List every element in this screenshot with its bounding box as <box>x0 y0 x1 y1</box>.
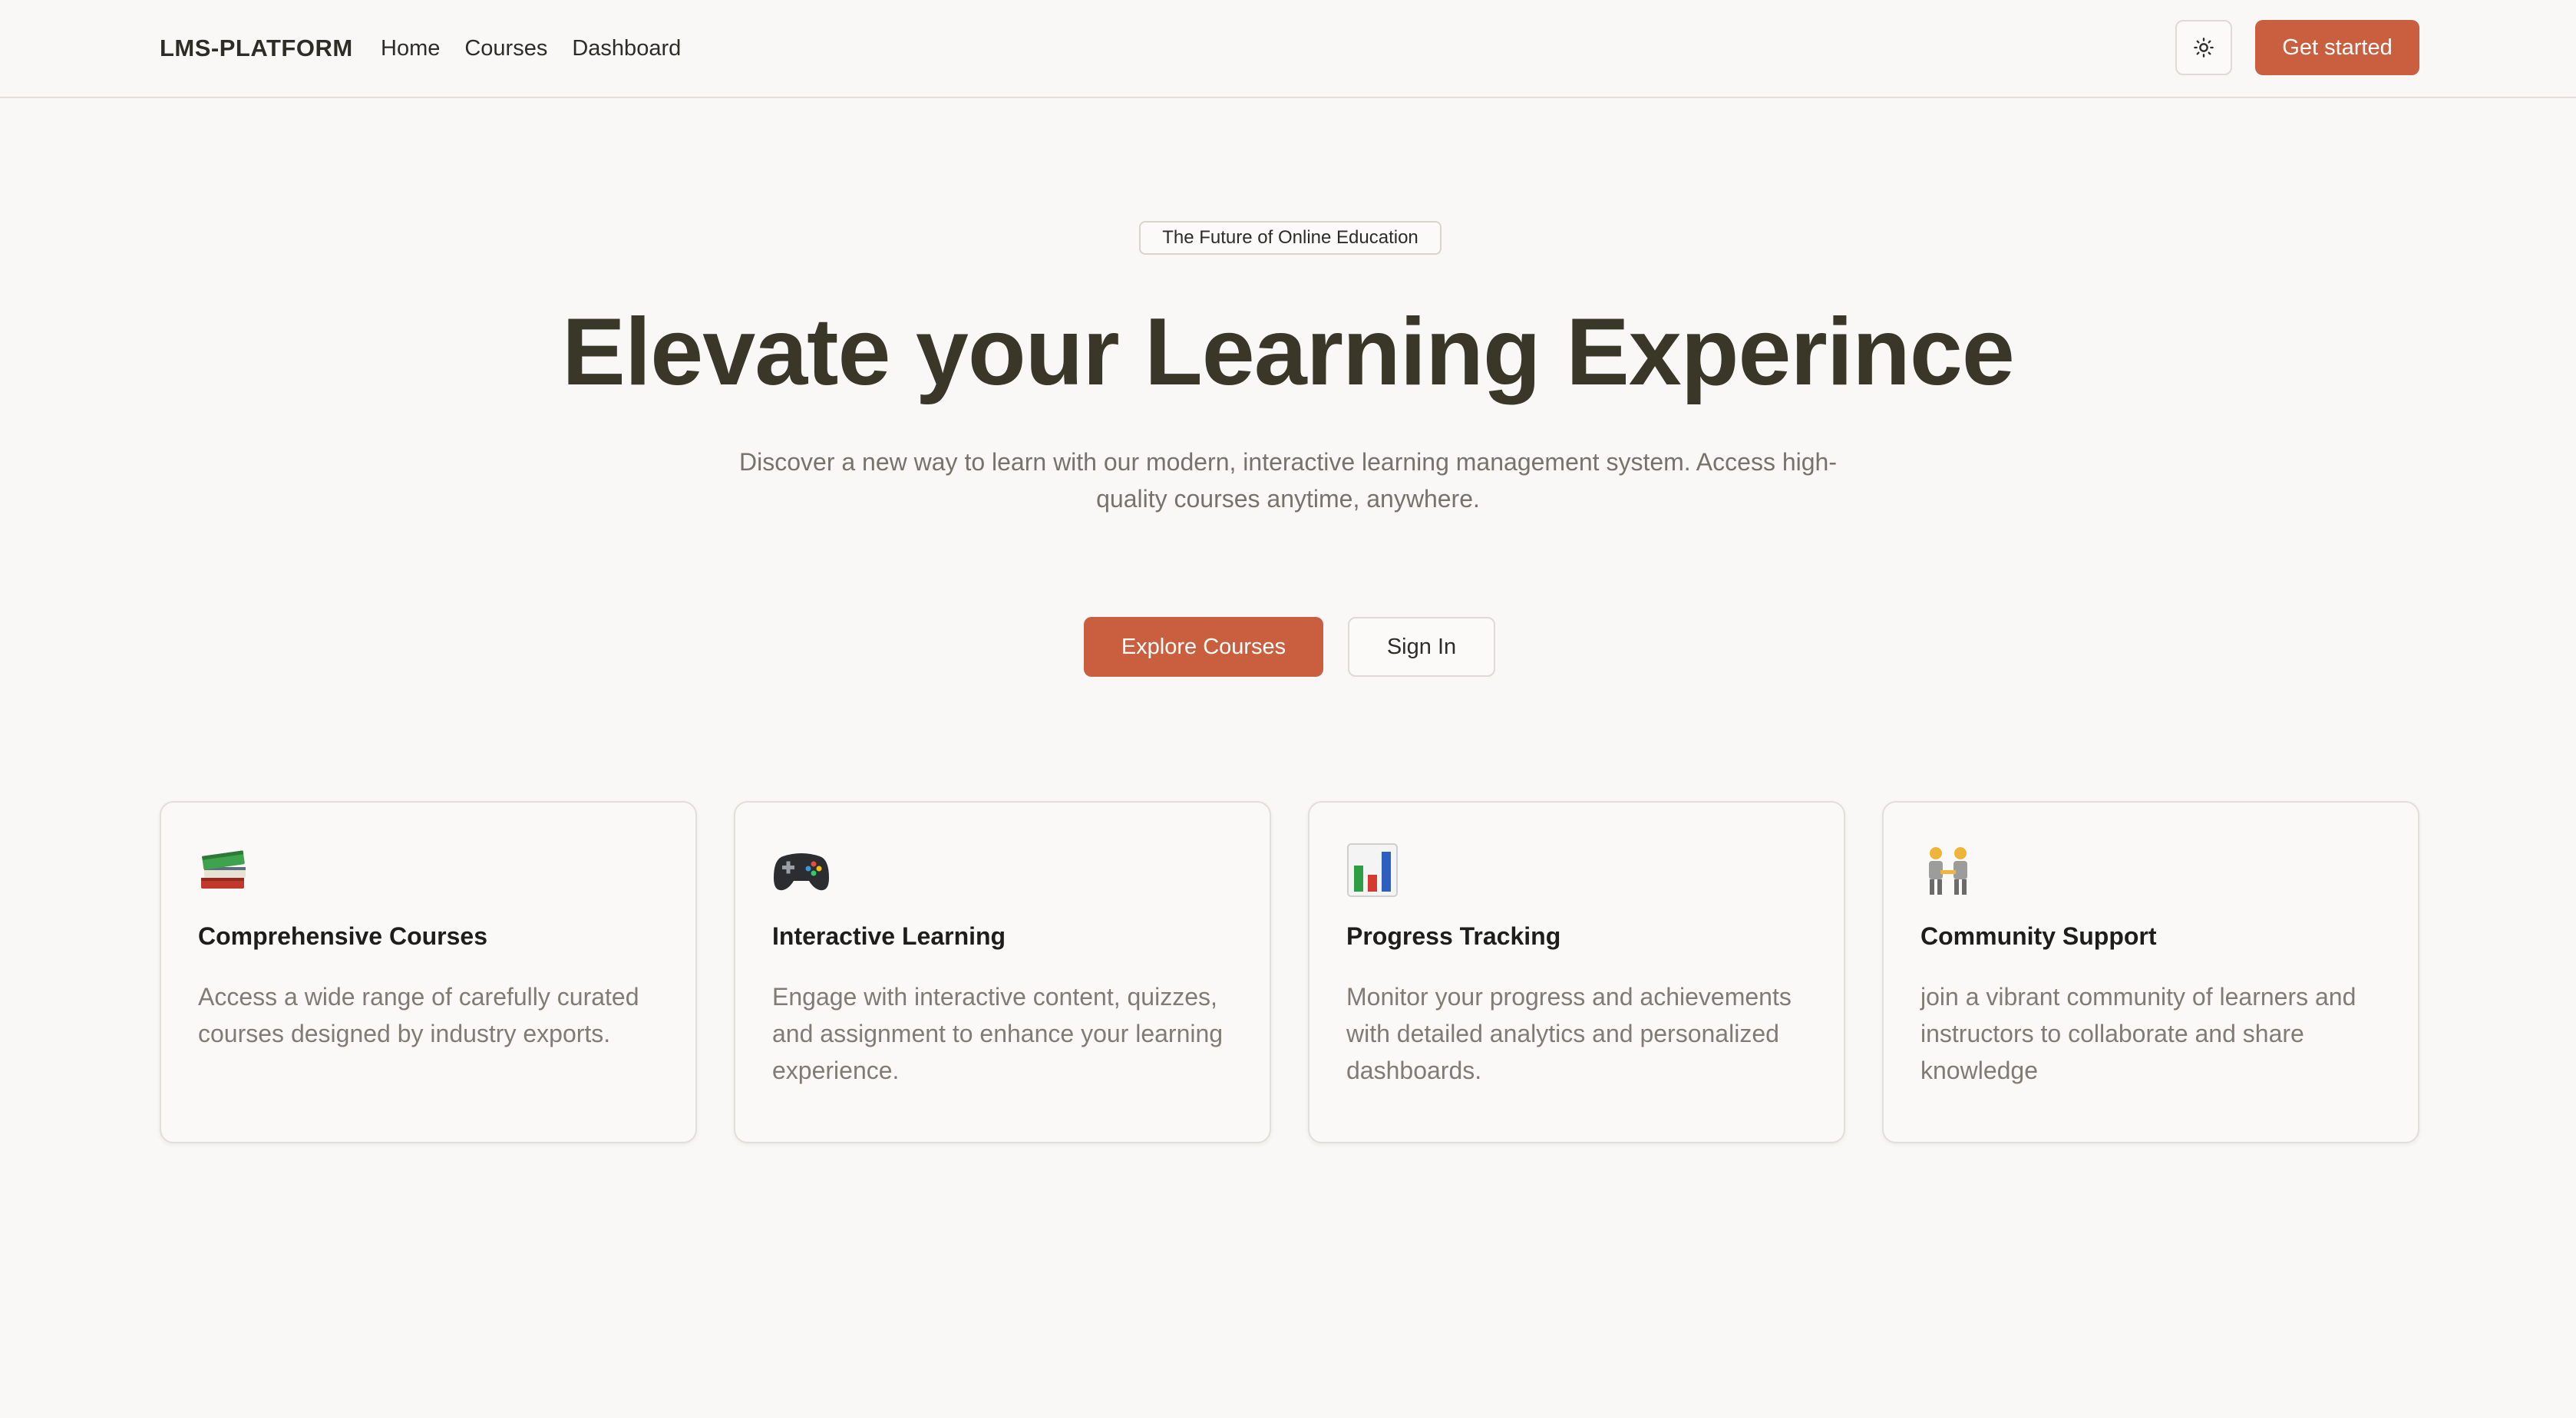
brand-logo[interactable]: LMS-PLATFORM <box>160 0 353 97</box>
feature-title: Community Support <box>1920 922 2157 950</box>
nav-link-dashboard[interactable]: Dashboard <box>572 36 681 61</box>
feature-description: Access a wide range of carefully curated… <box>198 983 639 1047</box>
feature-description: join a vibrant community of learners and… <box>1920 983 2356 1084</box>
top-navbar: LMS-PLATFORM Home Courses Dashboard Get … <box>0 0 2576 98</box>
feature-card-interactive: Interactive Learning Engage with interac… <box>734 801 1271 1143</box>
hero-title: Elevate your Learning Experince <box>562 299 2015 405</box>
feature-card-progress: Progress Tracking Monitor your progress … <box>1308 801 1845 1143</box>
nav-links: Home Courses Dashboard <box>381 0 681 97</box>
get-started-button[interactable]: Get started <box>2255 20 2419 75</box>
hero-badge: The Future of Online Education <box>1139 221 1442 255</box>
feature-description: Engage with interactive content, quizzes… <box>772 983 1224 1084</box>
nav-link-home[interactable]: Home <box>381 36 440 61</box>
bar-chart-icon <box>1346 839 1807 901</box>
feature-title: Comprehensive Courses <box>198 922 488 950</box>
feature-title: Progress Tracking <box>1346 922 1561 950</box>
theme-toggle-button[interactable] <box>2175 20 2232 75</box>
sun-icon <box>2194 38 2214 58</box>
game-controller-icon <box>772 839 1233 901</box>
books-icon <box>198 839 659 901</box>
nav-link-courses[interactable]: Courses <box>464 36 547 61</box>
feature-description: Monitor your progress and achievements w… <box>1346 983 1792 1084</box>
feature-title: Interactive Learning <box>772 922 1006 950</box>
explore-courses-button[interactable]: Explore Courses <box>1084 617 1323 677</box>
feature-card-courses: Comprehensive Courses Access a wide rang… <box>160 801 697 1143</box>
people-holding-hands-icon <box>1920 839 2381 901</box>
hero-subtitle: Discover a new way to learn with our mod… <box>739 448 1837 513</box>
sign-in-button[interactable]: Sign In <box>1348 617 1495 677</box>
feature-card-community: Community Support join a vibrant communi… <box>1882 801 2419 1143</box>
